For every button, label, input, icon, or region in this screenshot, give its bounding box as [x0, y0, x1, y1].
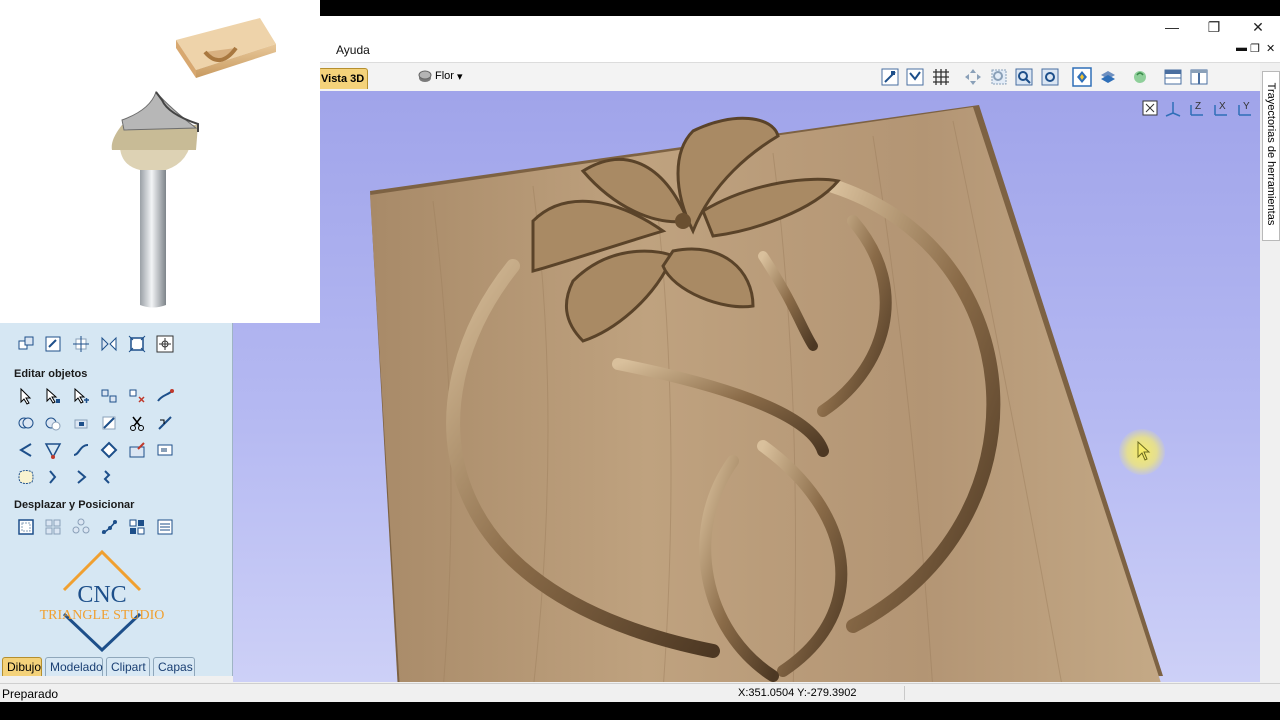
distribute-icon[interactable]: [156, 518, 174, 536]
chevron-down-icon: ▾: [456, 70, 463, 83]
group-icon[interactable]: [100, 387, 118, 405]
offset-icon[interactable]: [100, 441, 118, 459]
svg-text:X: X: [1219, 101, 1226, 112]
iso-view-icon[interactable]: [905, 67, 925, 87]
logo-cnc-text: CNC: [77, 582, 126, 608]
cnc-triangle-studio-logo: CNC TRIANGLE STUDIO: [40, 549, 165, 652]
scale-icon[interactable]: [128, 335, 146, 353]
tab-clipart[interactable]: Clipart: [106, 657, 150, 676]
fit-icon[interactable]: [1141, 99, 1159, 117]
axis-icon[interactable]: [1163, 99, 1183, 117]
ungroup-icon[interactable]: [128, 387, 146, 405]
screen-bottom-bar: [0, 702, 1280, 720]
measure-icon[interactable]: [128, 441, 146, 459]
toolpaths-panel-label: Trayectorias de herramientas: [1265, 82, 1277, 226]
pan-icon[interactable]: [963, 67, 983, 87]
transform-icon[interactable]: [72, 387, 90, 405]
logo-studio-text: TRIANGLE STUDIO: [40, 608, 165, 623]
node-edit-icon[interactable]: [44, 387, 62, 405]
section-move-title: Desplazar y Posicionar: [14, 499, 135, 511]
toolpaths-panel-tab[interactable]: Trayectorias de herramientas: [1262, 71, 1280, 241]
mouse-cursor-icon: [1137, 441, 1151, 461]
tab-3d-view[interactable]: Vista 3D: [318, 68, 368, 89]
mirror-icon[interactable]: [100, 335, 118, 353]
tab-modeling[interactable]: Modelado: [45, 657, 103, 676]
model-dropdown[interactable]: Flor ▾: [418, 69, 462, 83]
window-close-button[interactable]: ✕: [1238, 16, 1278, 38]
menu-help[interactable]: Ayuda: [336, 43, 370, 57]
status-divider: [904, 686, 905, 700]
center-icon[interactable]: [72, 335, 90, 353]
viewport-3d[interactable]: Z X Y: [233, 91, 1260, 682]
scissors-icon[interactable]: [128, 414, 146, 432]
close-vectors-icon[interactable]: [17, 468, 35, 486]
x-axis-icon[interactable]: X: [1211, 99, 1231, 117]
svg-text:Y: Y: [1243, 101, 1250, 112]
toolpath-view-icon[interactable]: [1072, 67, 1092, 87]
node-center-icon[interactable]: [156, 335, 174, 353]
tab-drawing[interactable]: Dibujo: [2, 657, 42, 676]
split-view-icon[interactable]: [1189, 67, 1209, 87]
z-axis-icon[interactable]: Z: [1187, 99, 1207, 117]
svg-text:Z: Z: [1195, 101, 1201, 112]
union-icon[interactable]: [17, 414, 35, 432]
status-bar: Preparado X:351.0504 Y:-279.3902: [0, 683, 1280, 703]
model-icon: [418, 70, 432, 82]
zoom-box-icon[interactable]: [989, 67, 1009, 87]
cursor-coordinates: X:351.0504 Y:-279.3902: [738, 687, 857, 699]
window-maximize-button[interactable]: ❐: [1194, 16, 1234, 38]
align-icon[interactable]: [17, 335, 35, 353]
router-bit-icon: [111, 18, 276, 308]
render-icon[interactable]: [1130, 67, 1150, 87]
fillet-icon[interactable]: [156, 414, 174, 432]
break-icon[interactable]: [100, 468, 118, 486]
subtract-icon[interactable]: [44, 414, 62, 432]
bottom-tab-bar: Dibujo Modelado Clipart Capas: [0, 657, 232, 677]
model-dropdown-value: Flor: [435, 70, 454, 82]
status-text: Preparado: [2, 687, 59, 701]
extend-icon[interactable]: [72, 468, 90, 486]
tab-layers[interactable]: Capas: [153, 657, 195, 676]
join-vectors-icon[interactable]: [44, 468, 62, 486]
mdi-restore-button[interactable]: ❐: [1250, 42, 1260, 55]
nesting-icon[interactable]: [128, 518, 146, 536]
weld-icon[interactable]: [156, 387, 174, 405]
mdi-minimize-button[interactable]: ▬: [1236, 42, 1247, 54]
select-icon[interactable]: [17, 387, 35, 405]
window-minimize-button[interactable]: —: [1152, 16, 1192, 38]
wood-carving-model: [370, 105, 1163, 682]
polyline-icon[interactable]: [44, 441, 62, 459]
array-icon[interactable]: [17, 518, 35, 536]
copy-grid-icon[interactable]: [44, 518, 62, 536]
y-axis-icon[interactable]: Y: [1235, 99, 1255, 117]
zoom-in-icon[interactable]: [1014, 67, 1034, 87]
mdi-close-button[interactable]: ✕: [1266, 42, 1275, 55]
intersect-icon[interactable]: [72, 414, 90, 432]
zoom-fit-icon[interactable]: [1040, 67, 1060, 87]
smooth-icon[interactable]: [72, 441, 90, 459]
router-bit-overlay-image: [0, 0, 320, 323]
grid-icon[interactable]: [931, 67, 951, 87]
circular-copy-icon[interactable]: [72, 518, 90, 536]
size-icon[interactable]: [44, 335, 62, 353]
material-icon[interactable]: [1098, 67, 1118, 87]
section-edit-objects-title: Editar objetos: [14, 368, 88, 380]
copy-along-icon[interactable]: [100, 518, 118, 536]
layout-icon[interactable]: [1163, 67, 1183, 87]
curve-icon[interactable]: [17, 441, 35, 459]
top-view-icon[interactable]: [880, 67, 900, 87]
trim-icon[interactable]: [100, 414, 118, 432]
drawing-sidebar: Editar objetos Desplazar y Posicionar CN…: [0, 323, 233, 676]
image-trace-icon[interactable]: [156, 441, 174, 459]
